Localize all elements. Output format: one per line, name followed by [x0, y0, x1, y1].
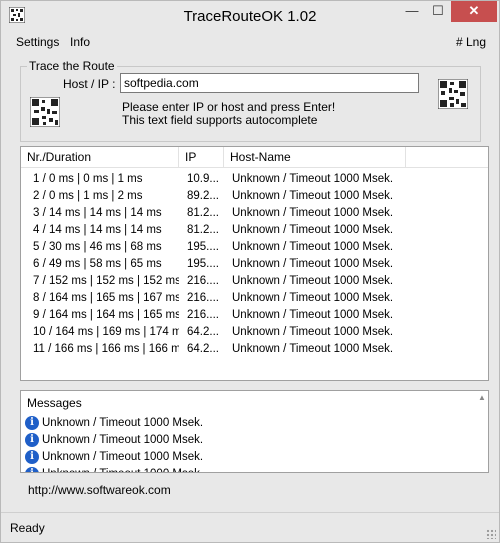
- cell-ip: 195....: [187, 241, 219, 253]
- maximize-button[interactable]: ☐: [425, 1, 451, 22]
- message-text: Unknown / Timeout 1000 Msek.: [42, 468, 203, 472]
- message-item: iUnknown / Timeout 1000 Msek.: [25, 432, 203, 449]
- status-bar: Ready: [1, 512, 499, 542]
- results-table[interactable]: Nr./Duration IP Host-Name 1 / 0 ms | 0 m…: [20, 146, 489, 381]
- info-icon: i: [25, 449, 39, 464]
- hint-line-1: Please enter IP or host and press Enter!: [122, 100, 336, 114]
- cell-ip: 10.9...: [187, 173, 219, 185]
- cell-ip: 216....: [187, 275, 219, 287]
- message-item: iUnknown / Timeout 1000 Msek.: [25, 415, 203, 432]
- cell-host-name: Unknown / Timeout 1000 Msek.: [232, 309, 394, 321]
- app-window: TraceRouteOK 1.02 — ☐ ✕ Settings Info # …: [0, 0, 500, 543]
- message-text: Unknown / Timeout 1000 Msek.: [42, 417, 204, 429]
- cell-duration: 1 / 0 ms | 0 ms | 1 ms: [33, 173, 143, 185]
- host-input[interactable]: [120, 73, 419, 93]
- menu-info[interactable]: Info: [70, 35, 90, 49]
- table-row[interactable]: 7 / 152 ms | 152 ms | 152 ms 216.... Unkno…: [21, 273, 488, 290]
- table-row[interactable]: 2 / 0 ms | 1 ms | 2 ms 89.2... Unknown / T…: [21, 188, 488, 205]
- table-row[interactable]: 4 / 14 ms | 14 ms | 14 ms 81.2... Unknown …: [21, 222, 488, 239]
- cell-duration: 4 / 14 ms | 14 ms | 14 ms: [33, 224, 162, 236]
- info-icon: i: [25, 415, 39, 430]
- cell-host-name: Unknown / Timeout 1000 Msek.: [232, 275, 394, 287]
- table-row[interactable]: 6 / 49 ms | 58 ms | 65 ms 195.... Unknown …: [21, 256, 488, 273]
- cell-duration: 7 / 152 ms | 152 ms | 152 ms: [33, 275, 179, 287]
- message-text: Unknown / Timeout 1000 Msek.: [42, 434, 204, 446]
- hint-line-2: This text field supports autocomplete: [122, 113, 318, 127]
- cell-ip: 89.2...: [187, 190, 219, 202]
- messages-header: Messages: [27, 396, 82, 410]
- cell-duration: 11 / 166 ms | 166 ms | 166 ms: [33, 343, 179, 355]
- message-item: iUnknown / Timeout 1000 Msek.: [25, 449, 203, 466]
- scroll-up-arrow[interactable]: ▲: [477, 393, 487, 402]
- cell-duration: 9 / 164 ms | 164 ms | 165 ms: [33, 309, 179, 321]
- column-header-ip[interactable]: IP: [179, 147, 224, 168]
- column-header-duration[interactable]: Nr./Duration: [21, 147, 179, 168]
- table-row[interactable]: 8 / 164 ms | 165 ms | 167 ms 216.... Unkno…: [21, 290, 488, 307]
- menu-settings[interactable]: Settings: [16, 35, 59, 49]
- table-header: Nr./Duration IP Host-Name: [21, 147, 488, 168]
- menu-language[interactable]: # Lng: [456, 35, 486, 49]
- cell-ip: 216....: [187, 309, 219, 321]
- cell-ip: 216....: [187, 292, 219, 304]
- cell-duration: 6 / 49 ms | 58 ms | 65 ms: [33, 258, 162, 270]
- cell-ip: 81.2...: [187, 224, 219, 236]
- cell-ip: 195....: [187, 258, 219, 270]
- cell-duration: 2 / 0 ms | 1 ms | 2 ms: [33, 190, 143, 202]
- host-label: Host / IP :: [63, 77, 116, 91]
- qr-code-icon-left[interactable]: [30, 97, 60, 127]
- resize-grip-icon[interactable]: [486, 529, 496, 539]
- info-icon: i: [25, 432, 39, 447]
- cell-host-name: Unknown / Timeout 1000 Msek.: [232, 173, 394, 185]
- cell-host-name: Unknown / Timeout 1000 Msek.: [232, 207, 394, 219]
- cell-host-name: Unknown / Timeout 1000 Msek.: [232, 190, 394, 202]
- cell-ip: 81.2...: [187, 207, 219, 219]
- cell-ip: 64.2...: [187, 326, 219, 338]
- table-row[interactable]: 10 / 164 ms | 169 ms | 174 ms 64.2... Unkn…: [21, 324, 488, 341]
- website-link[interactable]: http://www.softwareok.com: [28, 483, 171, 497]
- cell-host-name: Unknown / Timeout 1000 Msek.: [232, 224, 394, 236]
- cell-host-name: Unknown / Timeout 1000 Msek.: [232, 292, 394, 304]
- cell-duration: 5 / 30 ms | 46 ms | 68 ms: [33, 241, 162, 253]
- info-icon: i: [25, 466, 39, 472]
- column-header-host[interactable]: Host-Name: [224, 147, 406, 168]
- cell-duration: 8 / 164 ms | 165 ms | 167 ms: [33, 292, 179, 304]
- status-text: Ready: [10, 521, 45, 535]
- table-row[interactable]: 3 / 14 ms | 14 ms | 14 ms 81.2... Unknown …: [21, 205, 488, 222]
- menu-bar: Settings Info # Lng: [1, 32, 499, 52]
- title-bar: TraceRouteOK 1.02 — ☐ ✕: [1, 1, 499, 31]
- cell-host-name: Unknown / Timeout 1000 Msek.: [232, 326, 394, 338]
- table-row[interactable]: 1 / 0 ms | 0 ms | 1 ms 10.9... Unknown / T…: [21, 171, 488, 188]
- minimize-button[interactable]: —: [399, 1, 425, 22]
- cell-ip: 64.2...: [187, 343, 219, 355]
- cell-duration: 3 / 14 ms | 14 ms | 14 ms: [33, 207, 162, 219]
- cell-host-name: Unknown / Timeout 1000 Msek.: [232, 241, 394, 253]
- cell-host-name: Unknown / Timeout 1000 Msek.: [232, 258, 394, 270]
- table-row[interactable]: 9 / 164 ms | 164 ms | 165 ms 216.... Unkno…: [21, 307, 488, 324]
- messages-panel[interactable]: Messages ▲ i Unknown / Timeout 1000 Msek.…: [20, 390, 489, 473]
- close-button[interactable]: ✕: [451, 1, 497, 22]
- cell-duration: 10 / 164 ms | 169 ms | 174 ms: [33, 326, 179, 338]
- message-item: iUnknown / Timeout 1000 Msek.: [25, 466, 203, 472]
- table-row[interactable]: 11 / 166 ms | 166 ms | 166 ms 64.2... Unkn…: [21, 341, 488, 358]
- cell-host-name: Unknown / Timeout 1000 Msek.: [232, 343, 394, 355]
- message-text: Unknown / Timeout 1000 Msek.: [42, 451, 204, 463]
- qr-code-icon-right[interactable]: [438, 79, 468, 109]
- trace-group-label: Trace the Route: [27, 59, 117, 73]
- table-row[interactable]: 5 / 30 ms | 46 ms | 68 ms 195.... Unknown …: [21, 239, 488, 256]
